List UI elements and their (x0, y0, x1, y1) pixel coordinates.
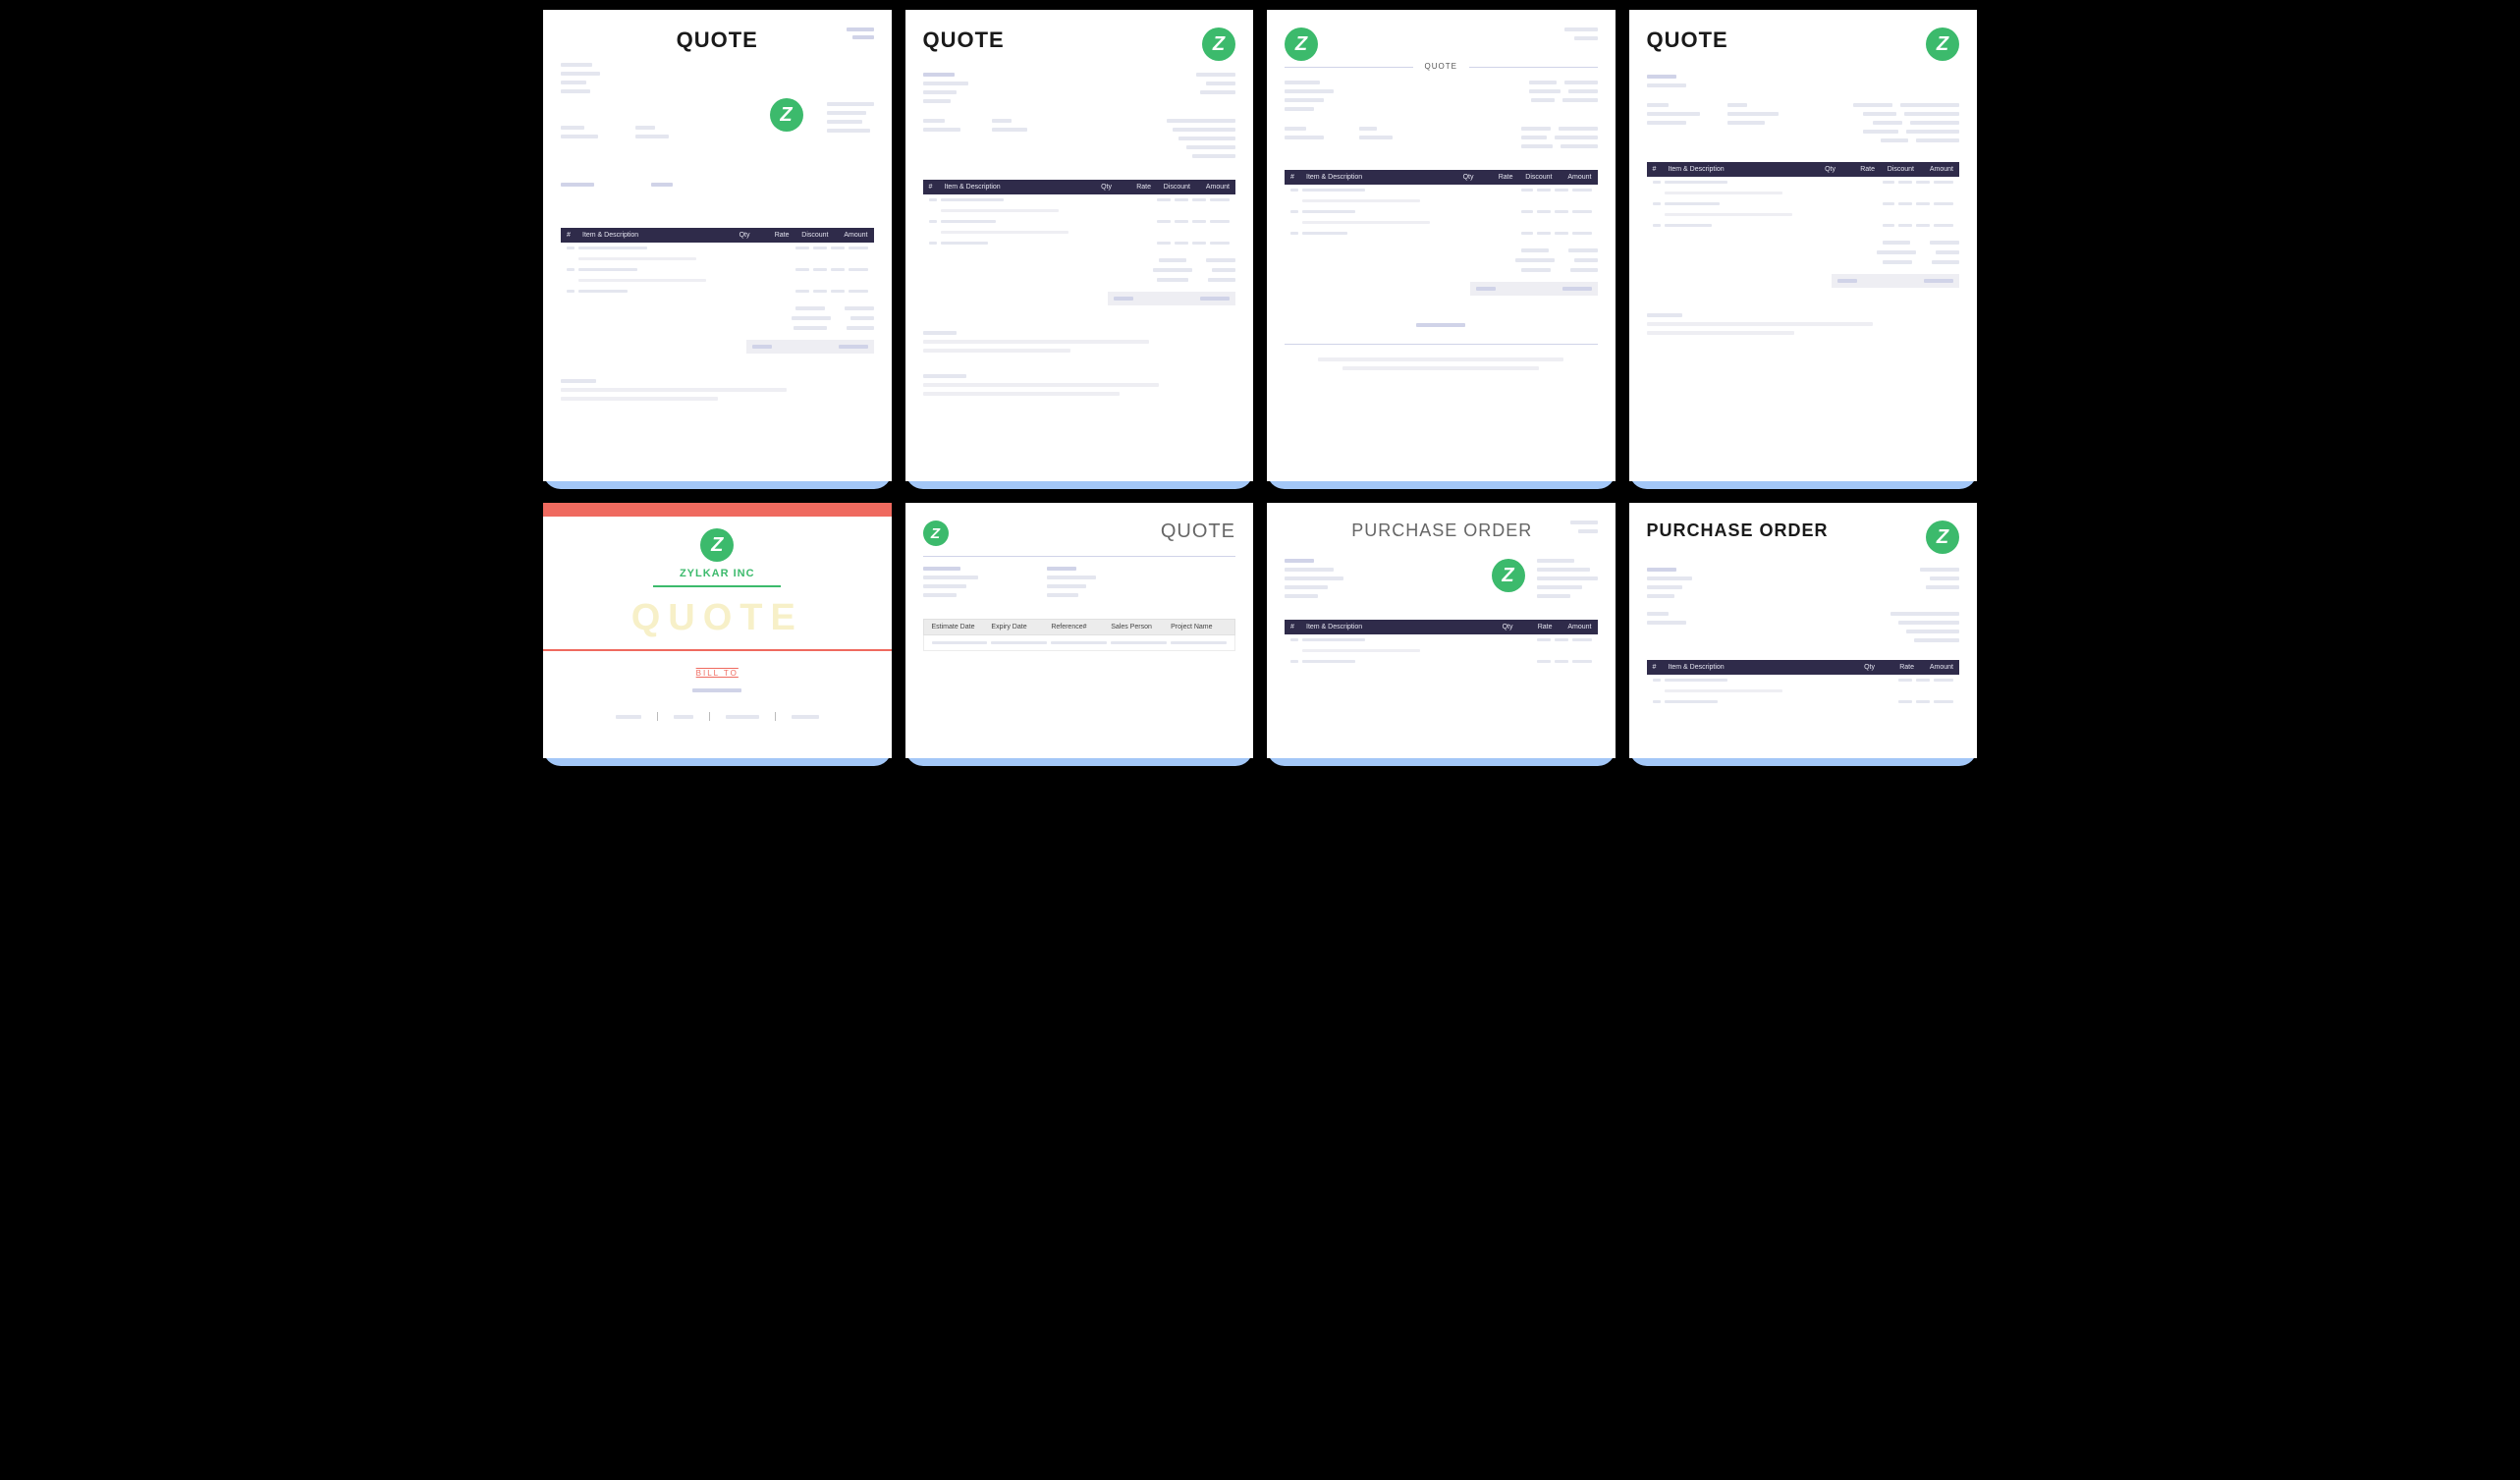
doc-title: PURCHASE ORDER (1647, 521, 1829, 541)
template-card[interactable]: Z QUOTE (1267, 10, 1616, 489)
items-table-header: # Item & Description Qty Rate Amount (1285, 620, 1598, 634)
items-table-header: # Item & Description Qty Rate Discount A… (561, 228, 874, 243)
doc-title: QUOTE (1161, 521, 1235, 543)
brand-logo: Z (770, 98, 803, 132)
meta-table-header: Estimate Date Expiry Date Reference# Sal… (923, 619, 1236, 635)
template-card[interactable]: QUOTE Z (1629, 10, 1978, 489)
doc-title: QUOTE (631, 597, 803, 639)
doc-title: QUOTE (1647, 27, 1728, 53)
company-name: ZYLKAR INC (680, 568, 755, 579)
bill-to-label: BILL TO (561, 667, 874, 680)
brand-logo: Z (1492, 559, 1525, 592)
doc-title: QUOTE (677, 27, 758, 53)
items-table-header: # Item & Description Qty Rate Discount A… (923, 180, 1236, 194)
doc-title: QUOTE (1413, 62, 1469, 71)
items-table-header: # Item & Description Qty Rate Discount A… (1285, 170, 1598, 185)
template-card[interactable]: Z QUOTE Estima (905, 503, 1254, 766)
brand-logo: Z (1202, 27, 1235, 61)
template-card[interactable]: PURCHASE ORDER Z (1629, 503, 1978, 766)
brand-logo: Z (923, 521, 949, 546)
doc-title: QUOTE (923, 27, 1005, 53)
template-card[interactable]: Z ZYLKAR INC QUOTE BILL TO (543, 503, 892, 766)
items-table-header: # Item & Description Qty Rate Discount A… (1647, 162, 1960, 177)
doc-title: PURCHASE ORDER (1351, 521, 1532, 541)
template-card[interactable]: QUOTE Z (543, 10, 892, 489)
brand-logo: Z (1285, 27, 1318, 61)
items-table-header: # Item & Description Qty Rate Amount (1647, 660, 1960, 675)
template-card[interactable]: PURCHASE ORDER Z (1267, 503, 1616, 766)
brand-logo: Z (700, 528, 734, 562)
brand-logo: Z (1926, 521, 1959, 554)
brand-logo: Z (1926, 27, 1959, 61)
template-grid: QUOTE Z (543, 10, 1977, 766)
template-card[interactable]: QUOTE Z (905, 10, 1254, 489)
